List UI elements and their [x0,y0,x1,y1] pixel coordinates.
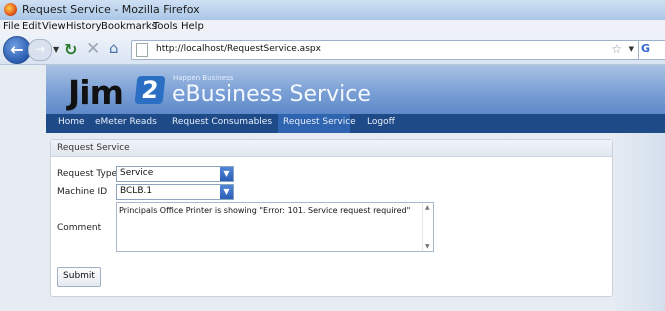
machine-id-select[interactable]: BCLB.1 ▼ [116,184,234,200]
menu-bookmarks[interactable]: Bookmarks [101,21,157,32]
page-icon [136,43,148,57]
request-type-label: Request Type [57,169,118,179]
machine-id-label: Machine ID [57,187,108,197]
product-name: eBusiness Service [172,82,371,107]
nav-emeter-reads[interactable]: eMeter Reads [95,117,157,127]
menu-help[interactable]: Help [181,21,204,32]
address-url[interactable]: http://localhost/RequestService.aspx [156,44,321,54]
nav-request-service[interactable]: Request Service [283,117,356,127]
panel-title: Request Service [57,143,130,153]
machine-id-value: BCLB.1 [120,186,153,196]
forward-arrow-icon[interactable]: → [28,39,52,61]
logo-tagline: Happen Business [173,74,234,82]
menu-edit[interactable]: Edit [22,21,41,32]
logo-text: Jim [68,73,124,112]
window-titlebar: Request Service - Mozilla Firefox [0,0,665,20]
submit-button[interactable]: Submit [57,267,101,287]
site-menu: Home eMeter Reads Request Consumables Re… [46,114,665,133]
url-history-icon[interactable]: ▼ [629,45,634,53]
nav-request-consumables[interactable]: Request Consumables [172,117,272,127]
search-box[interactable]: G [638,40,665,60]
screenshot: Request Service - Mozilla Firefox File E… [0,0,665,311]
request-type-value: Service [120,168,154,178]
request-type-select[interactable]: Service ▼ [116,166,234,182]
menu-bar: File Edit View History Bookmarks Tools H… [0,20,665,35]
scroll-down-icon[interactable]: ▼ [425,243,430,250]
google-icon: G [641,42,651,55]
comment-textarea[interactable]: Principals Office Printer is showing "Er… [116,202,434,252]
menu-view[interactable]: View [42,21,66,32]
menu-history[interactable]: History [66,21,102,32]
home-icon[interactable]: ⌂ [109,39,119,57]
comment-scrollbar[interactable]: ▲ ▼ [422,203,433,251]
comment-text: Principals Office Printer is showing "Er… [119,206,411,215]
chevron-down-icon[interactable]: ▼ [220,167,233,181]
menu-tools[interactable]: Tools [153,21,178,32]
page-shade [611,133,665,311]
comment-label: Comment [57,223,102,233]
scroll-up-icon[interactable]: ▲ [425,204,430,211]
stop-icon[interactable]: ✕ [86,39,100,59]
address-bar[interactable]: http://localhost/RequestService.aspx ☆ ▼ [131,40,653,60]
nav-home[interactable]: Home [58,117,85,127]
panel-header: Request Service [51,140,612,157]
nav-logoff[interactable]: Logoff [367,117,395,127]
reload-icon[interactable]: ↻ [64,40,77,59]
logo-number: 2 [134,76,166,104]
site-banner: Jim 2 Happen Business eBusiness Service [46,65,665,114]
back-arrow-icon[interactable]: ← [3,36,31,64]
chevron-down-icon[interactable]: ▼ [220,185,233,199]
history-dropdown-icon[interactable]: ▼ [53,45,59,54]
window-title: Request Service - Mozilla Firefox [22,3,200,16]
menu-file[interactable]: File [3,21,20,32]
navigation-toolbar: ← → ▼ ↻ ✕ ⌂ http://localhost/RequestServ… [0,35,665,65]
bookmark-star-icon[interactable]: ☆ [611,42,622,56]
request-service-panel: Request Service Request Type Service ▼ M… [50,139,613,297]
firefox-icon [4,3,17,16]
